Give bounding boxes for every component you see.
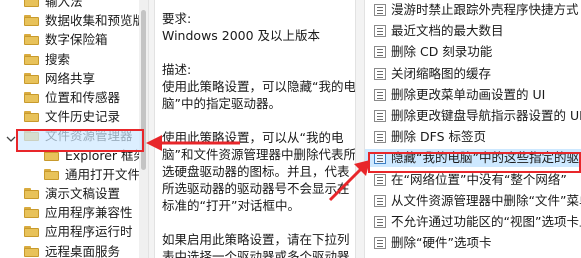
folder-icon — [24, 72, 39, 84]
tree-item-label: 网络共享 — [45, 70, 96, 86]
pane-splitter[interactable] — [148, 0, 155, 258]
setting-row[interactable]: 不允许通过功能区的“视图”选项卡上 — [365, 213, 581, 231]
policy-description-pane: 要求: Windows 2000 及以上版本 描述: 使用此策略设置，可以隐藏“我的电… — [155, 0, 355, 258]
folder-icon — [24, 207, 39, 219]
description-line: 脑”中的指定驱动器。 — [162, 96, 281, 111]
tree-item[interactable]: 数字保险箱 — [24, 30, 108, 49]
description-line: 使用此策略设置，可以从“我的电 — [162, 130, 344, 145]
folder-icon — [24, 245, 39, 257]
setting-row[interactable]: 最近文档的最大数目 — [365, 22, 581, 40]
tree-item-label: 演示文稿设置 — [45, 186, 121, 201]
policy-setting-icon — [374, 67, 386, 80]
description-line: 表中选择一个驱动器或多个驱动器 — [162, 249, 350, 258]
tree-item-label: 位置和传感器 — [45, 90, 121, 105]
folder-icon — [44, 168, 59, 180]
folder-icon — [24, 92, 39, 103]
setting-row[interactable]: 在“网络位置”中没有“整个网络” — [365, 171, 581, 189]
setting-row[interactable]: 从文件资源管理器中删除“文件”菜单 — [365, 192, 581, 210]
annotation-highlight-setting — [368, 152, 581, 173]
tree-item[interactable]: 文件历史记录 — [24, 107, 120, 126]
tree-item[interactable]: 网络共享 — [24, 69, 95, 88]
policy-setting-icon — [374, 110, 386, 122]
setting-row[interactable]: 删除更改键盘导航指示器设置的 UI — [365, 107, 581, 125]
setting-row[interactable]: 删除“硬件”选项卡 — [365, 234, 581, 252]
policy-setting-icon — [374, 131, 386, 144]
tree-item-label: 通用打开文件 — [65, 166, 141, 182]
description-line: 所选驱动器的驱动器号不会显示在 — [162, 181, 350, 196]
tree-item-label: 数据收集和预览版 — [45, 13, 146, 29]
tree-item-label: 搜索 — [45, 51, 71, 67]
policy-setting-icon — [374, 173, 386, 186]
folder-icon — [24, 34, 39, 46]
tree-item-label: 应用程序兼容性 — [45, 205, 133, 221]
folder-icon — [24, 188, 39, 199]
description-line: 标准的“打开”对话框中。 — [162, 198, 300, 213]
setting-label: 不允许通过功能区的“视图”选项卡上 — [391, 214, 581, 229]
tree-item[interactable]: 应用程序运行时 — [24, 222, 133, 241]
policy-setting-icon — [374, 88, 386, 101]
settings-list: 漫游时禁止跟踪外壳程序快捷方式 最近文档的最大数目 删除 CD 刻录功能 关闭缩略图的… — [365, 0, 581, 258]
setting-label: 漫游时禁止跟踪外壳程序快捷方式 — [391, 2, 579, 17]
folder-icon — [24, 53, 39, 65]
tree-item[interactable]: 位置和传感器 — [24, 88, 120, 107]
tree-item-label: 应用程序运行时 — [45, 224, 133, 240]
folder-icon — [24, 0, 39, 7]
setting-label: 删除更改键盘导航指示器设置的 UI — [391, 108, 581, 123]
chevron-down-icon[interactable] — [6, 134, 16, 144]
setting-label: 删除更改菜单动画设置的 UI — [391, 86, 546, 102]
setting-row[interactable]: 删除 CD 刻录功能 — [365, 43, 581, 61]
setting-label: 删除 DFS 标签页 — [391, 129, 486, 145]
description-line: 要求: — [162, 11, 192, 26]
tree-item[interactable]: 输入法 — [24, 0, 83, 11]
tree-item-label: 文件历史记录 — [45, 109, 121, 125]
setting-row[interactable]: 删除更改菜单动画设置的 UI — [365, 86, 581, 104]
annotation-highlight-tree-item — [16, 129, 144, 152]
setting-row[interactable]: 关闭缩略图的缓存 — [365, 65, 581, 83]
description-line: 使用此策略设置，可以隐藏“我的电 — [162, 79, 355, 94]
setting-label: 删除 CD 刻录功能 — [391, 44, 493, 60]
tree-item-label: 远程桌面服务 — [45, 243, 121, 258]
policy-setting-icon — [374, 194, 386, 207]
policy-setting-icon — [374, 216, 386, 228]
tree-item[interactable]: 演示文稿设置 — [24, 184, 120, 203]
setting-label: 在“网络位置”中没有“整个网络” — [391, 171, 567, 187]
tree-item[interactable]: 远程桌面服务 — [24, 242, 120, 258]
tree-item[interactable]: 搜索 — [24, 50, 70, 69]
description-line: 脑”和文件资源管理器中删除代表所 — [162, 147, 355, 162]
setting-row[interactable]: 漫游时禁止跟踪外壳程序快捷方式 — [365, 1, 581, 19]
tree-item[interactable]: 应用程序兼容性 — [24, 203, 133, 222]
policy-setting-icon — [374, 4, 386, 16]
setting-label: 删除“硬件”选项卡 — [391, 235, 492, 251]
tree-item-label: 输入法 — [45, 0, 83, 9]
folder-icon — [24, 226, 39, 238]
setting-label: 最近文档的最大数目 — [391, 23, 504, 39]
folder-icon — [24, 15, 39, 27]
tree-item-label: 数字保险箱 — [45, 32, 108, 48]
setting-row[interactable]: 删除 DFS 标签页 — [365, 128, 581, 146]
description-line: Windows 2000 及以上版本 — [162, 28, 321, 43]
description-line: 选硬盘驱动器的图标。并且，代表 — [162, 164, 350, 179]
setting-label: 从文件资源管理器中删除“文件”菜单 — [391, 192, 581, 208]
tree-item[interactable]: 通用打开文件 — [44, 165, 140, 184]
pane-splitter[interactable] — [355, 0, 365, 258]
policy-setting-icon — [374, 25, 386, 38]
setting-label: 关闭缩略图的缓存 — [391, 65, 492, 81]
description-line: 描述: — [162, 62, 192, 77]
description-line: 如果启用此策略设置，请在下拉列 — [162, 232, 350, 247]
tree-item[interactable]: 数据收集和预览版 — [24, 11, 145, 30]
policy-setting-icon — [374, 237, 386, 250]
policy-setting-icon — [374, 46, 386, 59]
folder-icon — [24, 111, 39, 123]
